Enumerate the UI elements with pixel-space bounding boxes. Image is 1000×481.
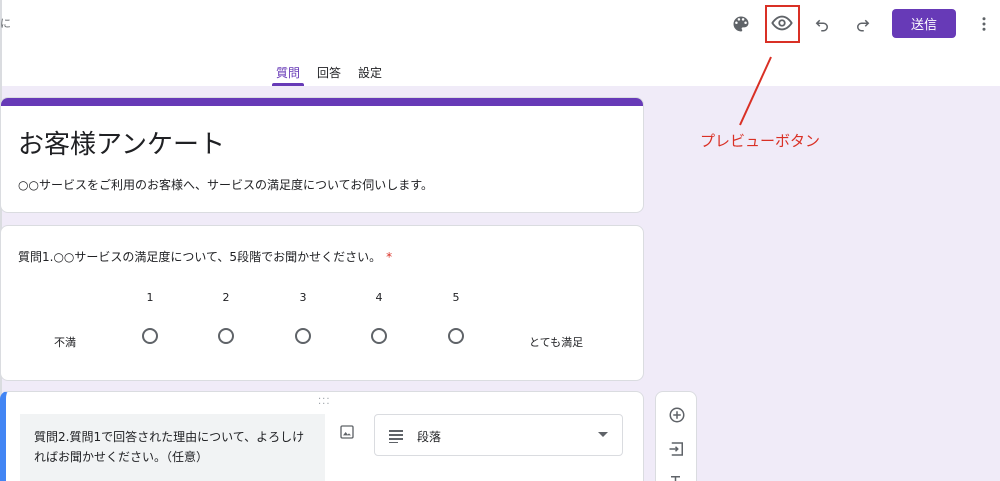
tab-settings[interactable]: 設定 — [352, 56, 388, 86]
scale-radio-3[interactable] — [295, 328, 311, 344]
redo-icon[interactable] — [849, 10, 877, 38]
undo-icon[interactable] — [808, 10, 836, 38]
question-card-1[interactable]: 質問1.○○サービスの満足度について、5段階でお聞かせください。 * 1 2 3 … — [0, 225, 644, 381]
paragraph-icon — [389, 428, 405, 447]
accent-stripe — [1, 98, 643, 106]
scale-radio-1[interactable] — [142, 328, 158, 344]
chevron-down-icon — [598, 432, 608, 437]
scale-low-label: 不満 — [54, 336, 76, 349]
scale-number-3: 3 — [299, 291, 307, 304]
cropped-title-text: に — [0, 17, 11, 30]
question-type-label: 段落 — [417, 430, 442, 444]
scale-number-1: 1 — [146, 291, 154, 304]
side-toolbar — [655, 391, 697, 481]
tab-responses[interactable]: 回答 — [311, 56, 347, 86]
image-icon[interactable] — [339, 424, 355, 444]
scale-high-label: とても満足 — [529, 336, 584, 349]
question-1-title: 質問1.○○サービスの満足度について、5段階でお聞かせください。 * — [18, 250, 393, 264]
annotation-label: プレビューボタン — [700, 132, 821, 150]
preview-highlight-box — [765, 5, 800, 43]
scale-number-5: 5 — [452, 291, 460, 304]
required-mark: * — [386, 250, 393, 264]
scale-number-4: 4 — [375, 291, 383, 304]
question-2-title-input[interactable]: 質問2.質問1で回答された理由について、よろしければお聞かせください。（任意） — [20, 414, 325, 481]
question-type-select[interactable]: 段落 — [374, 414, 623, 456]
scale-radio-2[interactable] — [218, 328, 234, 344]
palette-icon[interactable] — [727, 10, 755, 38]
send-button[interactable]: 送信 — [892, 9, 956, 38]
form-description[interactable]: ○○サービスをご利用のお客様へ、サービスの満足度についてお伺いします。 — [18, 176, 433, 193]
title-text-icon[interactable] — [667, 472, 687, 481]
scale-radio-4[interactable] — [371, 328, 387, 344]
form-title-card[interactable]: お客様アンケート ○○サービスをご利用のお客様へ、サービスの満足度についてお伺い… — [0, 97, 644, 213]
drag-handle-icon[interactable]: ··· ··· — [318, 395, 331, 410]
more-vertical-icon[interactable] — [970, 10, 998, 38]
tab-questions[interactable]: 質問 — [270, 56, 306, 86]
tab-bar: 質問 回答 設定 — [270, 56, 393, 86]
scale-radio-5[interactable] — [448, 328, 464, 344]
scale-number-2: 2 — [222, 291, 230, 304]
question-card-2[interactable]: ··· ··· 質問2.質問1で回答された理由について、よろしければお聞かせくださ… — [0, 391, 644, 481]
form-title[interactable]: お客様アンケート — [18, 124, 225, 161]
import-icon[interactable] — [667, 439, 687, 459]
add-circle-icon[interactable] — [667, 405, 687, 425]
